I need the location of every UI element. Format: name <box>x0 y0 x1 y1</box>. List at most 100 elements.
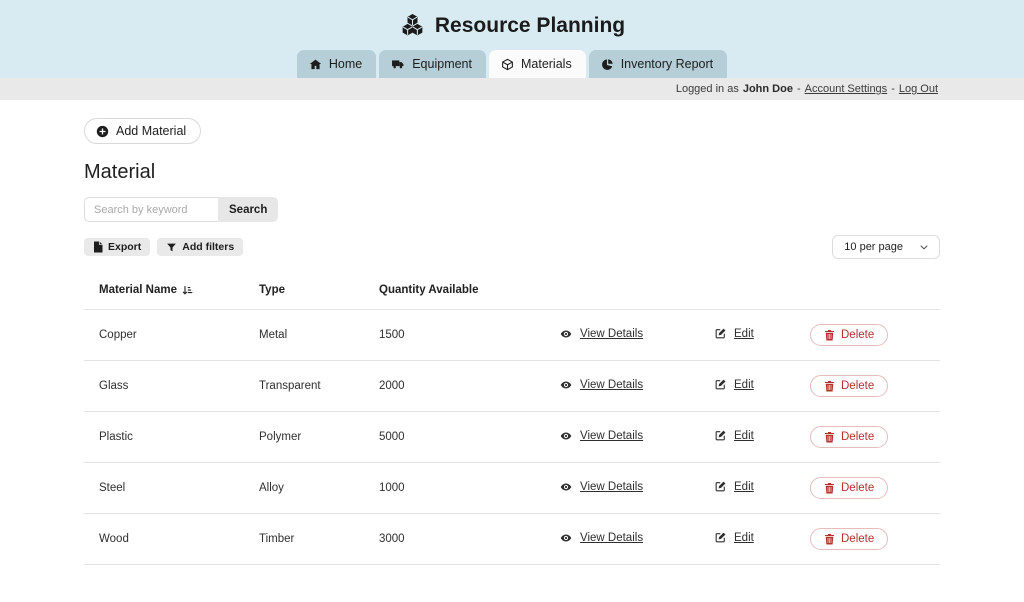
table-row: Wood Timber 3000 View Details Edit Delet… <box>84 513 940 565</box>
cell-quantity: 3000 <box>379 513 559 565</box>
plus-circle-icon <box>96 125 109 138</box>
file-icon <box>93 241 103 253</box>
view-details-link[interactable]: View Details <box>559 379 643 391</box>
account-settings-link[interactable]: Account Settings <box>805 83 888 95</box>
view-details-link[interactable]: View Details <box>559 430 643 442</box>
delete-button[interactable]: Delete <box>810 477 889 499</box>
eye-icon <box>559 379 573 391</box>
logged-in-label: Logged in as <box>675 83 739 95</box>
trash-icon <box>824 533 835 545</box>
eye-icon <box>559 430 573 442</box>
add-filters-button[interactable]: Add filters <box>157 238 244 256</box>
delete-button[interactable]: Delete <box>810 375 889 397</box>
edit-icon <box>714 531 727 544</box>
view-details-link[interactable]: View Details <box>559 481 643 493</box>
delete-button[interactable]: Delete <box>810 426 889 448</box>
tab-inventory-report[interactable]: Inventory Report <box>588 50 728 78</box>
export-button[interactable]: Export <box>84 238 151 256</box>
edit-icon <box>714 429 727 442</box>
delete-label: Delete <box>841 431 875 443</box>
per-page-select[interactable]: 10 per page <box>832 235 940 259</box>
cell-type: Metal <box>259 309 379 361</box>
view-details-label: View Details <box>580 378 644 391</box>
tab-label: Materials <box>520 57 572 71</box>
boxes-stacked-icon <box>399 13 426 38</box>
cube-icon <box>501 58 514 71</box>
edit-link[interactable]: Edit <box>714 531 754 544</box>
edit-icon <box>714 327 727 340</box>
tab-home[interactable]: Home <box>296 50 377 78</box>
cell-quantity: 1500 <box>379 309 559 361</box>
username: John Doe <box>742 83 793 95</box>
cell-quantity: 5000 <box>379 411 559 463</box>
column-header-type: Type <box>259 272 379 310</box>
table-row: Plastic Polymer 5000 View Details Edit D… <box>84 411 940 463</box>
table-row: Copper Metal 1500 View Details Edit Dele… <box>84 309 940 361</box>
trash-icon <box>824 431 835 443</box>
table-row: Glass Transparent 2000 View Details Edit <box>84 360 940 412</box>
delete-label: Delete <box>841 380 875 392</box>
edit-label: Edit <box>734 327 754 340</box>
edit-label: Edit <box>734 429 754 442</box>
add-filters-label: Add filters <box>182 241 235 253</box>
edit-link[interactable]: Edit <box>714 327 754 340</box>
tab-materials[interactable]: Materials <box>488 50 586 78</box>
main-content: Add Material Material Search Export Add … <box>84 100 940 565</box>
edit-link[interactable]: Edit <box>714 429 754 442</box>
app-title-text: Resource Planning <box>434 13 626 37</box>
view-details-link[interactable]: View Details <box>559 532 643 544</box>
cell-quantity: 1000 <box>379 462 559 514</box>
export-label: Export <box>108 241 142 253</box>
search-bar: Search <box>84 197 940 222</box>
cell-material-name: Steel <box>84 462 259 514</box>
sort-asc-icon <box>182 285 193 296</box>
column-header-actions-2 <box>714 272 792 310</box>
view-details-label: View Details <box>580 327 644 340</box>
toolbar-row: Export Add filters 10 per page <box>84 235 940 259</box>
pie-chart-icon <box>601 58 614 71</box>
delete-label: Delete <box>841 533 875 545</box>
per-page-value: 10 per page <box>844 241 903 253</box>
column-header-actions-1 <box>559 272 714 310</box>
edit-icon <box>714 378 727 391</box>
edit-label: Edit <box>734 480 754 493</box>
cell-material-name: Glass <box>84 360 259 412</box>
cell-material-name: Plastic <box>84 411 259 463</box>
column-header-actions-3 <box>792 272 940 310</box>
delete-label: Delete <box>841 329 875 341</box>
edit-label: Edit <box>734 378 754 391</box>
separator: - <box>796 83 801 95</box>
column-header-quantity: Quantity Available <box>379 272 559 310</box>
edit-link[interactable]: Edit <box>714 378 754 391</box>
page-title: Material <box>84 161 156 183</box>
delete-button[interactable]: Delete <box>810 324 889 346</box>
eye-icon <box>559 481 573 493</box>
edit-link[interactable]: Edit <box>714 480 754 493</box>
tab-label: Home <box>328 57 363 71</box>
delete-button[interactable]: Delete <box>810 528 889 550</box>
nav-tabs: Home Equipment Materials Inventory Repor… <box>296 50 728 78</box>
truck-icon <box>391 58 405 71</box>
search-input[interactable] <box>84 197 218 222</box>
tab-equipment[interactable]: Equipment <box>379 50 486 78</box>
materials-table: Material Name Type Quantity Available Co… <box>84 272 940 565</box>
view-details-link[interactable]: View Details <box>559 328 643 340</box>
tab-label: Equipment <box>412 57 472 71</box>
app-header: Resource Planning Home Equipment Materia… <box>0 0 1024 78</box>
edit-label: Edit <box>734 531 754 544</box>
view-details-label: View Details <box>580 480 644 493</box>
home-icon <box>309 58 322 71</box>
cell-material-name: Wood <box>84 513 259 565</box>
edit-icon <box>714 480 727 493</box>
add-material-button[interactable]: Add Material <box>84 118 202 144</box>
user-bar: Logged in as John Doe - Account Settings… <box>0 78 1024 100</box>
chevron-down-icon <box>919 242 929 252</box>
toolbar-left: Export Add filters <box>84 238 244 256</box>
cell-type: Transparent <box>259 360 379 412</box>
log-out-link[interactable]: Log Out <box>899 83 938 95</box>
search-button[interactable]: Search <box>218 197 279 222</box>
column-header-material-name[interactable]: Material Name <box>84 272 259 310</box>
funnel-icon <box>166 242 177 253</box>
eye-icon <box>559 532 573 544</box>
view-details-label: View Details <box>580 429 644 442</box>
